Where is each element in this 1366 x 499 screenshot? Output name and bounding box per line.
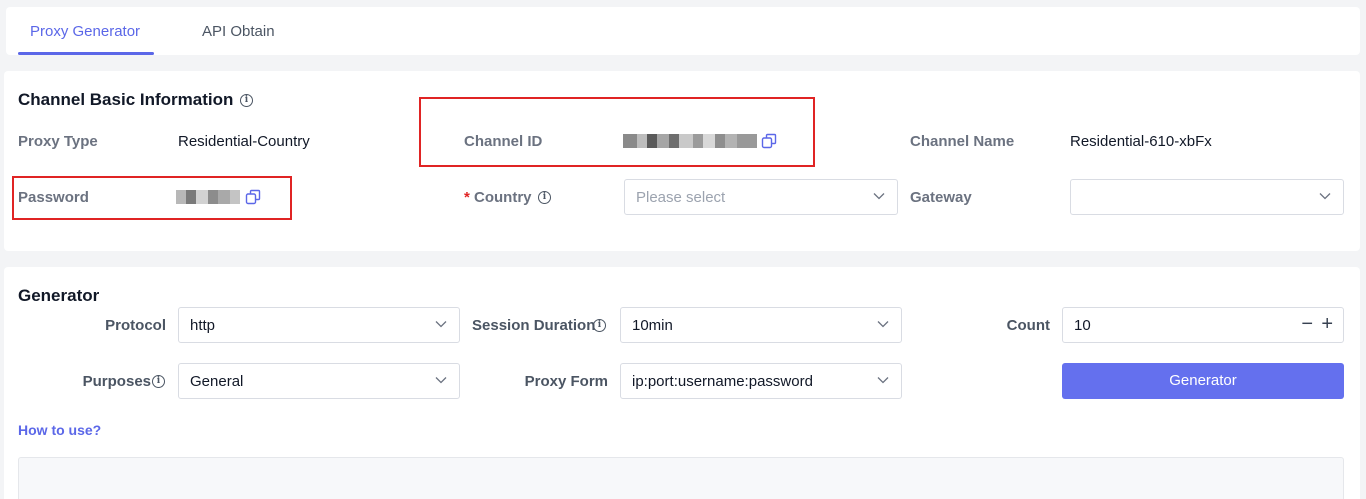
how-to-use-link[interactable]: How to use? — [18, 422, 101, 438]
proxy-form-select[interactable]: ip:port:username:password — [620, 363, 902, 399]
chevron-down-icon — [1319, 193, 1331, 200]
channel-name-value: Residential-610-xbFx — [1070, 133, 1212, 150]
channel-info-card: Channel Basic Information i Proxy Type R… — [4, 71, 1360, 251]
gateway-label: Gateway — [910, 189, 972, 206]
copy-icon[interactable] — [245, 189, 261, 205]
country-placeholder: Please select — [636, 189, 726, 206]
proxy-form-label: Proxy Form — [524, 373, 608, 390]
info-icon[interactable]: i — [593, 319, 606, 332]
generated-output-area[interactable] — [18, 457, 1344, 499]
chevron-down-icon — [873, 193, 885, 200]
copy-icon[interactable] — [761, 133, 777, 149]
count-label: Count — [1006, 317, 1050, 334]
generator-title: Generator — [18, 286, 100, 305]
required-asterisk: * — [464, 189, 470, 206]
chevron-down-icon — [877, 321, 889, 328]
purposes-value: General — [190, 373, 244, 390]
session-duration-label: Session Duration — [472, 317, 596, 334]
gateway-select[interactable] — [1070, 179, 1344, 215]
session-duration-value: 10min — [632, 317, 673, 334]
count-value: 10 — [1074, 317, 1091, 334]
protocol-value: http — [190, 317, 216, 334]
info-icon[interactable]: i — [240, 94, 253, 107]
proxy-type-label: Proxy Type — [18, 133, 98, 150]
password-label: Password — [18, 189, 89, 206]
proxy-type-value: Residential-Country — [178, 133, 310, 150]
tab-bar: Proxy Generator API Obtain — [6, 7, 1360, 55]
purposes-select[interactable]: General — [178, 363, 460, 399]
info-icon[interactable]: i — [538, 191, 551, 204]
protocol-select[interactable]: http — [178, 307, 460, 343]
increment-button[interactable]: + — [1321, 314, 1333, 334]
country-select[interactable]: Please select — [624, 179, 898, 215]
purposes-label: Purposes — [82, 373, 151, 390]
tab-api-obtain[interactable]: API Obtain — [202, 23, 275, 40]
count-stepper[interactable]: 10 − + — [1062, 307, 1344, 343]
generator-card: Generator Protocol http Session Duration… — [4, 267, 1360, 499]
generator-button[interactable]: Generator — [1062, 363, 1344, 399]
decrement-button[interactable]: − — [1301, 314, 1313, 334]
protocol-label: Protocol — [105, 317, 166, 334]
tab-proxy-generator[interactable]: Proxy Generator — [30, 23, 140, 40]
channel-name-label: Channel Name — [910, 133, 1015, 150]
country-label: Country — [474, 189, 532, 206]
channel-id-label: Channel ID — [464, 133, 543, 150]
info-icon[interactable]: i — [152, 375, 165, 388]
proxy-form-value: ip:port:username:password — [632, 373, 813, 390]
password-value-redacted — [176, 190, 240, 204]
active-tab-indicator — [18, 52, 154, 55]
channel-info-title: Channel Basic Information — [18, 90, 234, 109]
channel-id-value-redacted — [623, 134, 757, 148]
chevron-down-icon — [435, 321, 447, 328]
chevron-down-icon — [877, 377, 889, 384]
channel-id-highlight-box — [419, 97, 815, 167]
session-duration-select[interactable]: 10min — [620, 307, 902, 343]
chevron-down-icon — [435, 377, 447, 384]
